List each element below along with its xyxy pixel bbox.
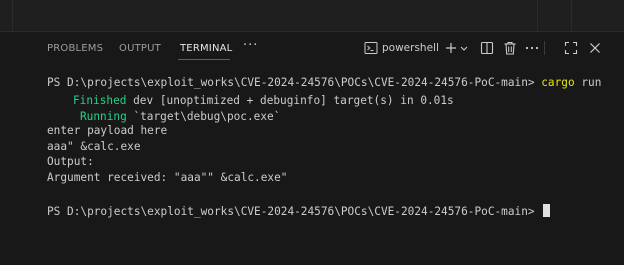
tab-terminal[interactable]: TERMINAL [180,43,232,54]
terminal-cursor [543,204,551,217]
toolbar-separator [544,41,545,55]
terminal-line-1: PS D:\projects\exploit_works\CVE-2024-24… [47,76,601,90]
prompt-path: PS D:\projects\exploit_works\CVE-2024-24… [47,76,542,89]
tab-output[interactable]: OUTPUT [119,43,161,54]
terminal-line-8: PS D:\projects\exploit_works\CVE-2024-24… [47,204,551,219]
terminal-output[interactable]: PS D:\projects\exploit_works\CVE-2024-24… [0,66,624,265]
shell-name: powershell [382,42,439,54]
terminal-line-7: Argument received: "aaa"" &calc.exe" [47,171,288,184]
editor-border-right [571,0,572,31]
chevron-down-icon[interactable] [459,40,469,56]
split-icon[interactable] [479,40,495,56]
ellipsis-icon[interactable]: ··· [243,38,258,53]
close-icon[interactable] [587,40,603,56]
status-finished: Finished [73,94,127,107]
running-path: `target\debug\poc.exe` [126,110,281,123]
command-args: run [574,76,602,89]
trash-icon[interactable] [502,40,518,56]
terminal-line-6: Output: [47,155,94,168]
terminal-line-3: Running `target\debug\poc.exe` [80,110,280,124]
editor-area [0,0,624,31]
plus-icon[interactable] [443,40,459,56]
terminal-shell-selector[interactable]: powershell [364,40,439,56]
editor-split-divider[interactable] [537,0,538,31]
terminal-line-2: Finished dev [unoptimized + debuginfo] t… [73,94,454,108]
editor-border-left [12,0,13,31]
vscode-window: PROBLEMS OUTPUT TERMINAL ··· powershell [0,0,624,265]
tab-problems[interactable]: PROBLEMS [47,43,103,54]
prompt-path: PS D:\projects\exploit_works\CVE-2024-24… [47,205,542,218]
ellipsis-icon[interactable] [524,40,540,56]
terminal-line-5: aaa" &calc.exe [47,140,141,153]
panel-tab-bar: PROBLEMS OUTPUT TERMINAL ··· powershell [0,32,624,66]
status-running: Running [80,110,127,123]
terminal-line-4: enter payload here [47,124,168,137]
command-name: cargo [541,76,575,89]
active-tab-indicator [178,59,230,60]
terminal-icon [364,42,378,54]
build-summary: dev [unoptimized + debuginfo] target(s) … [126,94,454,107]
maximize-icon[interactable] [563,40,579,56]
